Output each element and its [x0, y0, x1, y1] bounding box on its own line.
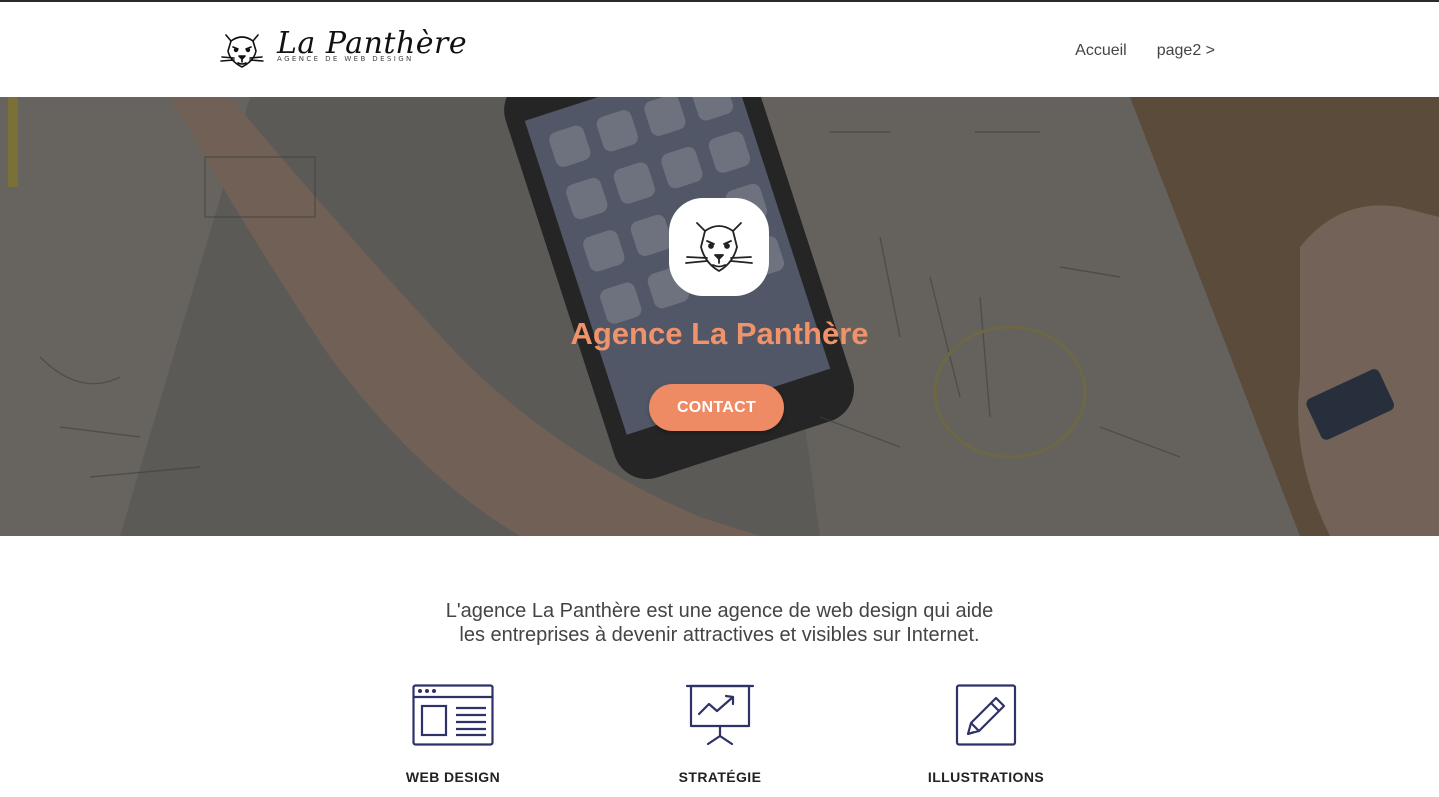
logo-subtitle: AGENCE DE WEB DESIGN: [277, 55, 414, 63]
web-design-icon: [412, 684, 494, 746]
service-illustrations[interactable]: ILLUSTRATIONS: [886, 684, 1086, 785]
panther-logo-icon: [220, 34, 264, 68]
intro-text: L'agence La Panthère est une agence de w…: [0, 599, 1439, 647]
service-label-illustrations: ILLUSTRATIONS: [927, 769, 1045, 785]
main-nav: Accueil page2 >: [1075, 42, 1215, 60]
strategy-chart-icon: [686, 684, 754, 746]
service-web-design[interactable]: WEB DESIGN: [353, 684, 553, 785]
pencil-illustration-icon: [955, 684, 1017, 746]
hero-banner: Agence La Panthère CONTACT: [0, 97, 1439, 536]
service-label-strategie: STRATÉGIE: [678, 769, 762, 785]
hero-title: Agence La Panthère: [570, 316, 869, 351]
hero-logo-badge: [669, 198, 769, 296]
panther-head-icon: [685, 222, 753, 272]
intro-line-2: les entreprises à devenir attractives et…: [459, 624, 980, 646]
service-label-web-design: WEB DESIGN: [405, 769, 501, 785]
nav-link-accueil[interactable]: Accueil: [1075, 42, 1127, 60]
intro-line-1: L'agence La Panthère est une agence de w…: [445, 600, 994, 622]
service-strategie[interactable]: STRATÉGIE: [620, 684, 820, 785]
contact-button[interactable]: CONTACT: [649, 384, 784, 431]
site-header: La Panthère AGENCE DE WEB DESIGN Accueil…: [0, 2, 1439, 97]
site-logo[interactable]: La Panthère AGENCE DE WEB DESIGN: [205, 24, 467, 76]
nav-link-page2[interactable]: page2 >: [1157, 42, 1215, 60]
